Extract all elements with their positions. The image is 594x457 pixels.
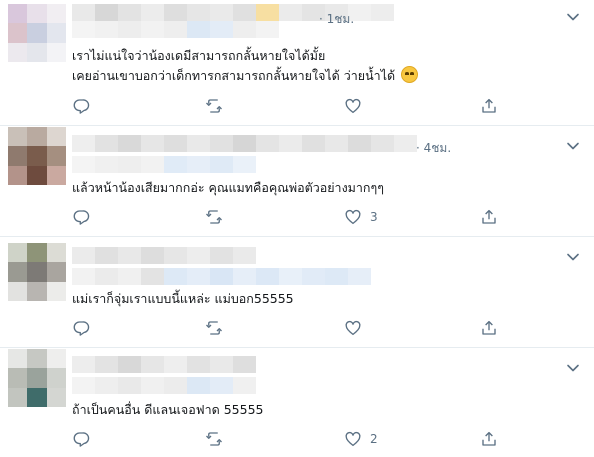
retweet-button[interactable]: [205, 207, 223, 227]
reply-button[interactable]: [72, 429, 90, 449]
share-icon: [482, 320, 496, 335]
face-with-rolling-eyes-emoji: [401, 66, 419, 83]
avatar[interactable]: [8, 4, 66, 62]
reply-tweet[interactable]: · 4ชม. แล้วหน้าน้องเสียมากกอ่ะ คุณแมทคือ…: [0, 126, 594, 237]
reply-icon: [73, 99, 90, 114]
like-count: 3: [370, 210, 378, 224]
timestamp[interactable]: · 1ชม.: [319, 10, 354, 29]
tweet-text-line: แล้วหน้าน้องเสียมากกอ่ะ คุณแมทคือคุณพ่อต…: [72, 180, 384, 195]
retweet-icon: [206, 210, 222, 224]
reply-icon: [73, 210, 90, 225]
share-button[interactable]: [480, 207, 498, 227]
author-handle: [72, 377, 256, 394]
reply-tweet[interactable]: · 1ชม. เราไม่แน่ใจว่าน้องเดมีสามารถกลั้น…: [0, 0, 594, 126]
share-icon: [482, 431, 496, 446]
tweet-actions: 3: [72, 207, 502, 227]
retweet-button[interactable]: [205, 96, 223, 116]
tweet-text-line: เราไม่แน่ใจว่าน้องเดมีสามารถกลั้นหายใจได…: [72, 48, 326, 63]
retweet-icon: [206, 321, 222, 335]
like-icon: [345, 431, 361, 447]
timestamp[interactable]: · 4ชม.: [416, 139, 451, 158]
share-icon: [482, 209, 496, 224]
author-name[interactable]: [72, 135, 417, 152]
author-handle: [72, 156, 256, 173]
like-button[interactable]: [344, 96, 370, 116]
retweet-icon: [206, 99, 222, 113]
chevron-down-icon[interactable]: [566, 139, 580, 153]
reply-tweet[interactable]: แม่เราก็จุ่มเราแบบนี้แหล่ะ แม่บอก55555: [0, 237, 594, 348]
reply-tweet[interactable]: ถ้าเป็นคนอื่น ดีแลนเจอฟาด 55555 2: [0, 348, 594, 457]
avatar[interactable]: [8, 127, 66, 185]
tweet-text: เราไม่แน่ใจว่าน้องเดมีสามารถกลั้นหายใจได…: [72, 46, 419, 86]
avatar[interactable]: [8, 349, 66, 407]
tweet-actions: 2: [72, 429, 502, 449]
reply-button[interactable]: [72, 318, 90, 338]
chevron-down-icon[interactable]: [566, 10, 580, 24]
reply-button[interactable]: [72, 96, 90, 116]
author-handle: [72, 268, 371, 285]
reply-icon: [73, 321, 90, 336]
tweet-text-line: แม่เราก็จุ่มเราแบบนี้แหล่ะ แม่บอก55555: [72, 291, 294, 306]
tweet-text: แม่เราก็จุ่มเราแบบนี้แหล่ะ แม่บอก55555: [72, 289, 294, 309]
like-button[interactable]: [344, 318, 370, 338]
retweet-button[interactable]: [205, 429, 223, 449]
like-count: 2: [370, 432, 378, 446]
tweet-text: แล้วหน้าน้องเสียมากกอ่ะ คุณแมทคือคุณพ่อต…: [72, 178, 384, 198]
reply-icon: [73, 432, 90, 447]
chevron-down-icon[interactable]: [566, 250, 580, 264]
share-button[interactable]: [480, 96, 498, 116]
chevron-down-icon[interactable]: [566, 361, 580, 375]
like-icon: [345, 209, 361, 225]
like-button[interactable]: 2: [344, 429, 378, 449]
share-button[interactable]: [480, 429, 498, 449]
author-handle: [72, 21, 279, 38]
tweet-text-line: เคยอ่านเขาบอกว่าเด็กทารกสามารถกลั้นหายใจ…: [72, 66, 419, 86]
tweet-actions: [72, 318, 502, 338]
like-icon: [345, 320, 361, 336]
author-name[interactable]: [72, 247, 256, 264]
share-button[interactable]: [480, 318, 498, 338]
tweet-actions: [72, 96, 502, 116]
retweet-button[interactable]: [205, 318, 223, 338]
share-icon: [482, 98, 496, 113]
like-icon: [345, 98, 361, 114]
author-name[interactable]: [72, 356, 256, 373]
tweet-text-line: ถ้าเป็นคนอื่น ดีแลนเจอฟาด 55555: [72, 402, 264, 417]
reply-button[interactable]: [72, 207, 90, 227]
retweet-icon: [206, 432, 222, 446]
avatar[interactable]: [8, 243, 66, 301]
tweet-text: ถ้าเป็นคนอื่น ดีแลนเจอฟาด 55555: [72, 400, 263, 420]
like-button[interactable]: 3: [344, 207, 378, 227]
